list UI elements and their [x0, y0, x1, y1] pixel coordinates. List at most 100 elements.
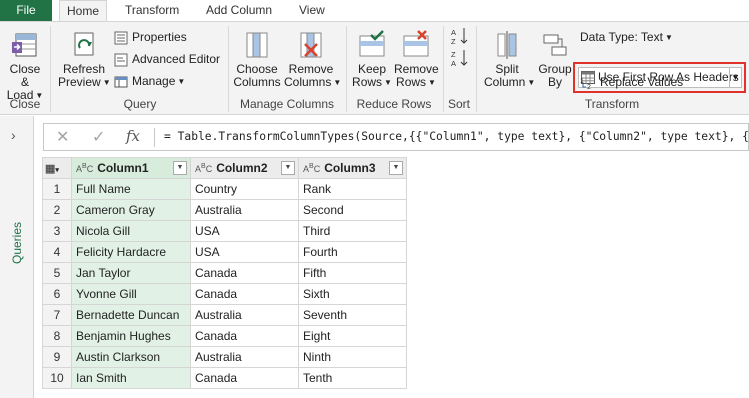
table-cell[interactable]: Rank: [298, 178, 407, 200]
tab-transform[interactable]: Transform: [118, 0, 186, 21]
keep-rows-button[interactable]: Keep Rows ▼: [350, 30, 394, 89]
row-number[interactable]: 3: [42, 220, 72, 242]
table-cell[interactable]: USA: [190, 220, 299, 242]
table-row[interactable]: 8 Benjamin Hughes Canada Eight: [42, 325, 407, 347]
data-type-label: Data Type: Text: [580, 30, 663, 44]
svg-text:A: A: [451, 59, 456, 68]
remove-rows-button[interactable]: Remove Rows ▼: [394, 30, 439, 89]
table-row[interactable]: 4 Felicity Hardacre USA Fourth: [42, 241, 407, 263]
remove-columns-button[interactable]: Remove Columns ▼: [284, 30, 341, 89]
table-cell[interactable]: Sixth: [298, 283, 407, 305]
table-row[interactable]: 6 Yvonne Gill Canada Sixth: [42, 283, 407, 305]
keep-rows-label: Keep Rows: [352, 62, 387, 89]
row-number[interactable]: 8: [42, 325, 72, 347]
split-column-button[interactable]: Split Column ▼: [484, 30, 535, 89]
group-label-sort: Sort: [447, 97, 470, 111]
manage-button[interactable]: Manage ▼: [114, 72, 185, 90]
svg-text:Z: Z: [451, 50, 456, 59]
tab-home[interactable]: Home: [59, 0, 108, 21]
filter-dropdown-icon[interactable]: ▼: [389, 161, 403, 175]
table-row[interactable]: 3 Nicola Gill USA Third: [42, 220, 407, 242]
table-cell[interactable]: Country: [190, 178, 299, 200]
table-cell[interactable]: Australia: [190, 304, 299, 326]
table-row[interactable]: 7 Bernadette Duncan Australia Seventh: [42, 304, 407, 326]
table-cell[interactable]: USA: [190, 241, 299, 263]
table-cell[interactable]: Bernadette Duncan: [71, 304, 191, 326]
table-cell[interactable]: Australia: [190, 346, 299, 368]
column-header[interactable]: ABC Column1 ▼: [71, 157, 191, 179]
table-cell[interactable]: Eight: [298, 325, 407, 347]
advanced-editor-icon: [114, 53, 128, 67]
row-number[interactable]: 2: [42, 199, 72, 221]
table-row[interactable]: 5 Jan Taylor Canada Fifth: [42, 262, 407, 284]
queries-pane[interactable]: › Queries: [0, 116, 34, 398]
table-row[interactable]: 1 Full Name Country Rank: [42, 178, 407, 200]
filter-dropdown-icon[interactable]: ▼: [173, 161, 187, 175]
table-cell[interactable]: Canada: [190, 262, 299, 284]
formula-input[interactable]: = Table.TransformColumnTypes(Source,{{"C…: [164, 130, 749, 143]
chevron-right-icon[interactable]: ›: [11, 127, 16, 143]
row-number[interactable]: 1: [42, 178, 72, 200]
table-menu-button[interactable]: ▦▾: [42, 157, 72, 179]
table-cell[interactable]: Jan Taylor: [71, 262, 191, 284]
table-cell[interactable]: Australia: [190, 199, 299, 221]
table-cell[interactable]: Felicity Hardacre: [71, 241, 191, 263]
sort-ascending-button[interactable]: A Z: [449, 26, 471, 49]
tab-view[interactable]: View: [292, 0, 332, 21]
row-number[interactable]: 4: [42, 241, 72, 263]
sort-descending-button[interactable]: Z A: [449, 48, 471, 71]
data-grid: ▦▾ ABC Column1 ▼ ABC Column2 ▼ ABC Column3 …: [42, 157, 407, 389]
table-cell[interactable]: Ninth: [298, 346, 407, 368]
data-type-dropdown[interactable]: Data Type: Text ▼: [580, 28, 673, 46]
filter-dropdown-icon[interactable]: ▼: [281, 161, 295, 175]
refresh-preview-button[interactable]: Refresh Preview ▼: [58, 30, 111, 89]
replace-values-icon: 1 2: [580, 78, 591, 90]
sort-ascending-icon: A Z: [451, 28, 468, 46]
table-cell[interactable]: Canada: [190, 325, 299, 347]
table-cell[interactable]: Fifth: [298, 262, 407, 284]
fx-icon[interactable]: fx: [126, 127, 140, 145]
row-number[interactable]: 9: [42, 346, 72, 368]
cancel-icon[interactable]: ✕: [56, 127, 69, 147]
row-number[interactable]: 5: [42, 262, 72, 284]
text-type-icon[interactable]: ABC: [195, 163, 212, 174]
table-cell[interactable]: Canada: [190, 283, 299, 305]
refresh-icon: [74, 32, 94, 56]
row-number[interactable]: 7: [42, 304, 72, 326]
group-by-button[interactable]: Group By: [534, 30, 576, 89]
row-number[interactable]: 6: [42, 283, 72, 305]
text-type-icon[interactable]: ABC: [303, 163, 320, 174]
table-cell[interactable]: Full Name: [71, 178, 191, 200]
column-header[interactable]: ABC Column2 ▼: [190, 157, 299, 179]
table-cell[interactable]: Austin Clarkson: [71, 346, 191, 368]
properties-button[interactable]: Properties: [114, 28, 187, 46]
table-row[interactable]: 10 Ian Smith Canada Tenth: [42, 367, 407, 389]
table-row[interactable]: 2 Cameron Gray Australia Second: [42, 199, 407, 221]
table-cell[interactable]: Fourth: [298, 241, 407, 263]
table-cell[interactable]: Nicola Gill: [71, 220, 191, 242]
tab-add-column[interactable]: Add Column: [199, 0, 279, 21]
table-cell[interactable]: Yvonne Gill: [71, 283, 191, 305]
text-type-icon[interactable]: ABC: [76, 163, 93, 174]
choose-columns-button[interactable]: Choose Columns: [232, 30, 282, 89]
table-row[interactable]: 9 Austin Clarkson Australia Ninth: [42, 346, 407, 368]
row-number[interactable]: 10: [42, 367, 72, 389]
table-cell[interactable]: Third: [298, 220, 407, 242]
table-cell[interactable]: Second: [298, 199, 407, 221]
svg-text:2: 2: [587, 84, 591, 90]
table-cell[interactable]: Canada: [190, 367, 299, 389]
close-load-button[interactable]: Close & Load ▼: [4, 30, 46, 102]
checkmark-icon[interactable]: ✓: [92, 127, 105, 147]
table-cell[interactable]: Seventh: [298, 304, 407, 326]
table-cell[interactable]: Benjamin Hughes: [71, 325, 191, 347]
table-cell[interactable]: Tenth: [298, 367, 407, 389]
tab-file[interactable]: File: [0, 0, 52, 21]
replace-values-button[interactable]: 1 2 Replace Values: [580, 73, 683, 91]
close-load-icon: [12, 33, 37, 57]
advanced-editor-button[interactable]: Advanced Editor: [114, 50, 220, 68]
table-cell[interactable]: Cameron Gray: [71, 199, 191, 221]
queries-pane-label[interactable]: Queries: [10, 222, 24, 264]
table-cell[interactable]: Ian Smith: [71, 367, 191, 389]
group-label-query: Query: [123, 97, 157, 111]
column-header[interactable]: ABC Column3 ▼: [298, 157, 407, 179]
